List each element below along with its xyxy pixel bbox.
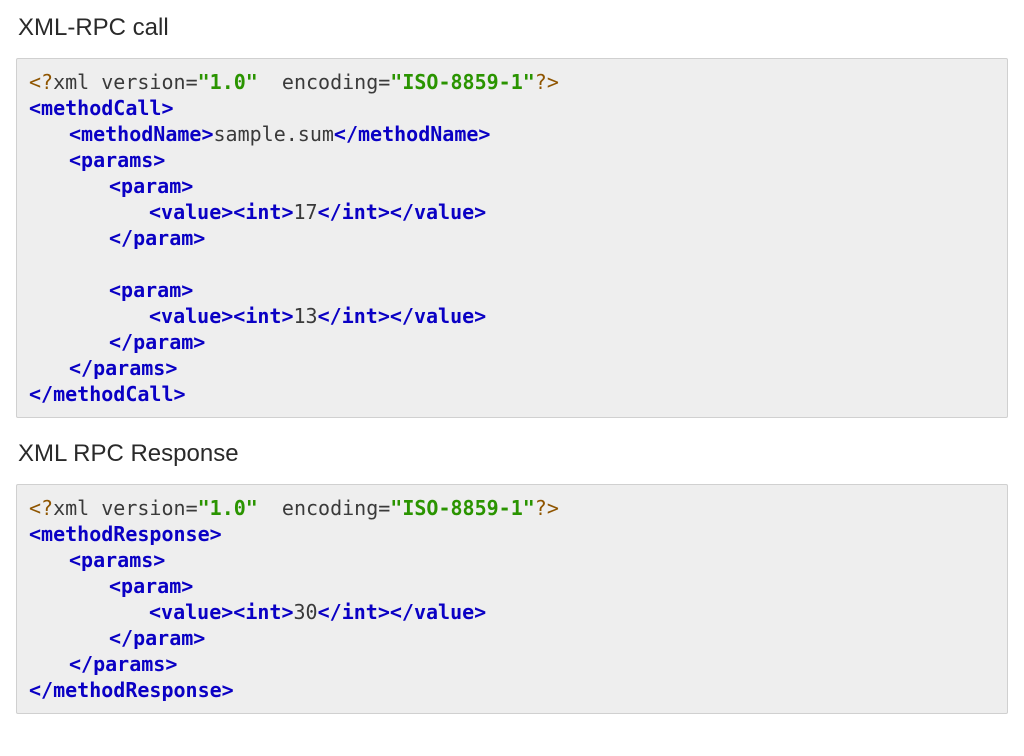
- int-value-1: 17: [294, 200, 318, 224]
- equals: =: [186, 496, 198, 520]
- tag-methodresponse-open: <methodResponse>: [29, 522, 222, 546]
- equals: =: [186, 70, 198, 94]
- blank-line: [29, 252, 41, 276]
- tag-param-close: </param>: [109, 330, 205, 354]
- method-name-text: sample.sum: [214, 122, 334, 146]
- tag-value-close: </value>: [390, 200, 486, 224]
- tag-param-close: </param>: [109, 626, 205, 650]
- tag-methodname-open: <methodName>: [69, 122, 214, 146]
- space: [258, 70, 270, 94]
- tag-param-open: <param>: [109, 278, 193, 302]
- code-call: <?xml version="1.0" encoding="ISO-8859-1…: [29, 69, 995, 407]
- xml-keyword: xml: [53, 70, 89, 94]
- tag-int-close: </int>: [318, 600, 390, 624]
- xml-keyword: xml: [53, 496, 89, 520]
- version-value: "1.0": [198, 70, 258, 94]
- code-response: <?xml version="1.0" encoding="ISO-8859-1…: [29, 495, 995, 703]
- tag-methodcall-open: <methodCall>: [29, 96, 174, 120]
- xml-prolog-close: ?>: [535, 496, 559, 520]
- attr-version: version: [101, 496, 185, 520]
- tag-value-close: </value>: [390, 304, 486, 328]
- space: [89, 496, 101, 520]
- encoding-value: "ISO-8859-1": [390, 70, 535, 94]
- tag-value-open: <value>: [149, 304, 233, 328]
- tag-int-open: <int>: [233, 600, 293, 624]
- tag-params-close: </params>: [69, 652, 177, 676]
- equals: =: [378, 496, 390, 520]
- xml-prolog-open: <?: [29, 70, 53, 94]
- space: [270, 70, 282, 94]
- document-page: XML-RPC call <?xml version="1.0" encodin…: [0, 0, 1024, 756]
- attr-version: version: [101, 70, 185, 94]
- attr-encoding: encoding: [282, 70, 378, 94]
- tag-params-close: </params>: [69, 356, 177, 380]
- xml-prolog-close: ?>: [535, 70, 559, 94]
- tag-param-close: </param>: [109, 226, 205, 250]
- heading-call: XML-RPC call: [18, 14, 1008, 42]
- tag-methodresponse-close: </methodResponse>: [29, 678, 234, 702]
- version-value: "1.0": [198, 496, 258, 520]
- tag-value-close: </value>: [390, 600, 486, 624]
- int-value: 30: [294, 600, 318, 624]
- space: [270, 496, 282, 520]
- tag-int-open: <int>: [233, 304, 293, 328]
- attr-encoding: encoding: [282, 496, 378, 520]
- space: [258, 496, 270, 520]
- heading-response: XML RPC Response: [18, 440, 1008, 468]
- equals: =: [378, 70, 390, 94]
- code-block-response: <?xml version="1.0" encoding="ISO-8859-1…: [16, 484, 1008, 714]
- int-value-2: 13: [294, 304, 318, 328]
- tag-methodcall-close: </methodCall>: [29, 382, 186, 406]
- tag-int-close: </int>: [318, 200, 390, 224]
- code-block-call: <?xml version="1.0" encoding="ISO-8859-1…: [16, 58, 1008, 418]
- xml-prolog-open: <?: [29, 496, 53, 520]
- tag-int-open: <int>: [233, 200, 293, 224]
- encoding-value: "ISO-8859-1": [390, 496, 535, 520]
- tag-methodname-close: </methodName>: [334, 122, 491, 146]
- tag-value-open: <value>: [149, 200, 233, 224]
- tag-param-open: <param>: [109, 174, 193, 198]
- tag-params-open: <params>: [69, 548, 165, 572]
- tag-int-close: </int>: [318, 304, 390, 328]
- space: [89, 70, 101, 94]
- tag-params-open: <params>: [69, 148, 165, 172]
- tag-param-open: <param>: [109, 574, 193, 598]
- tag-value-open: <value>: [149, 600, 233, 624]
